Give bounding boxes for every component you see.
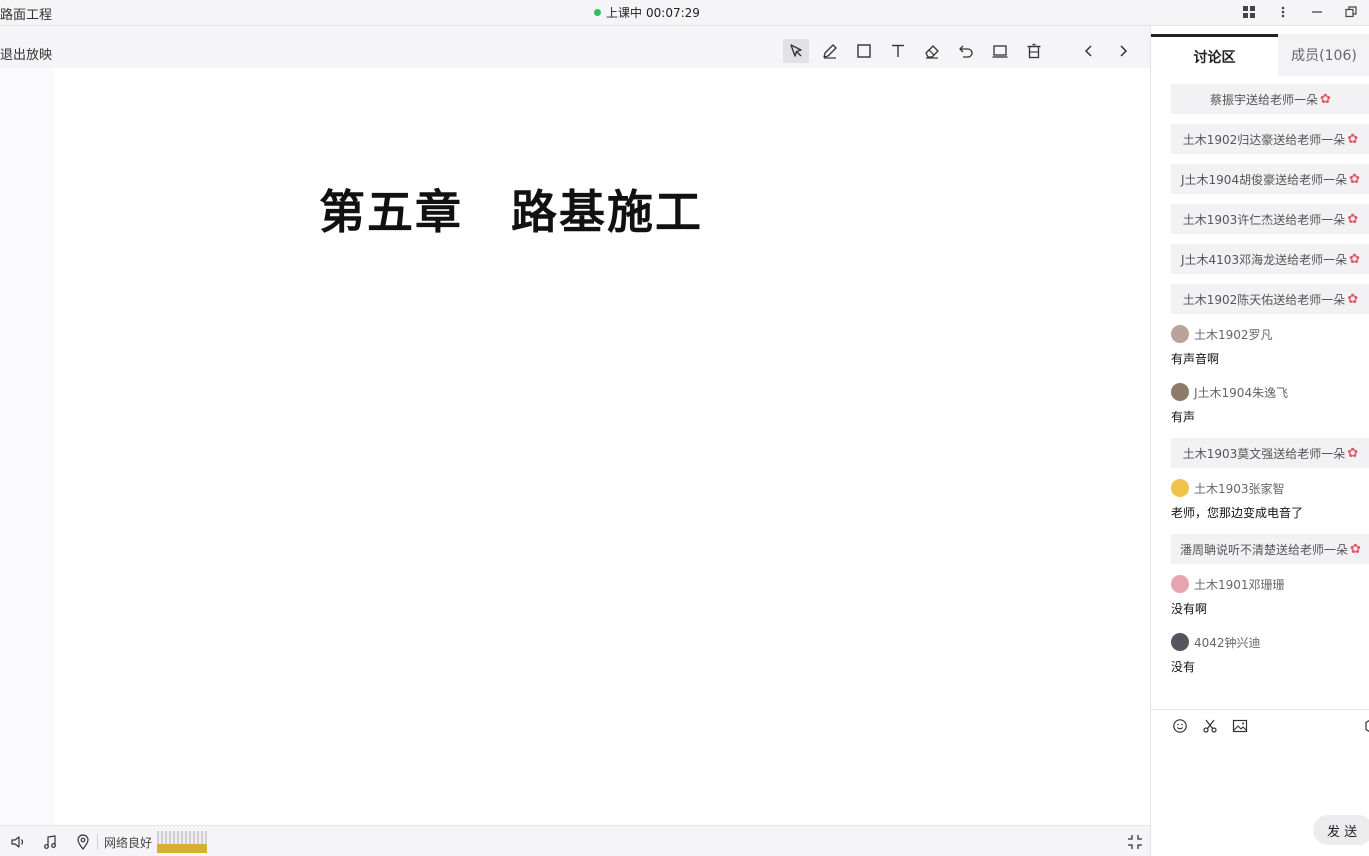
- flower-icon: ✿: [1347, 131, 1359, 147]
- flower-icon: ✿: [1320, 91, 1331, 107]
- chat-message-text: 没有啊: [1171, 602, 1208, 616]
- flower-icon: ✿: [1347, 445, 1359, 461]
- network-meter: [157, 831, 207, 853]
- grid-icon[interactable]: [1241, 3, 1257, 21]
- presentation-toolbar: 退出放映: [0, 35, 1150, 68]
- gift-text: J土木1904胡俊豪送给老师一朵: [1181, 172, 1348, 187]
- tab-discussion[interactable]: 讨论区: [1151, 34, 1278, 76]
- music-icon[interactable]: [41, 833, 59, 851]
- avatar[interactable]: [1171, 575, 1189, 593]
- speaker-icon[interactable]: [9, 833, 27, 851]
- gift-text: 蔡振宇送给老师一朵: [1210, 92, 1319, 107]
- eraser-icon[interactable]: [919, 39, 945, 63]
- divider: [1151, 709, 1369, 710]
- input-tools: [1171, 717, 1249, 735]
- gift-notification: 潘周聃说听不清楚送给老师一朵 ✿: [1171, 534, 1369, 564]
- chat-sender-name: 土木1901邓珊珊: [1194, 577, 1285, 592]
- text-icon[interactable]: [885, 39, 911, 63]
- chat-message-text: 有声: [1171, 410, 1196, 424]
- flower-icon: ✿: [1347, 211, 1359, 227]
- next-page-icon[interactable]: [1111, 39, 1135, 63]
- chat-sender-name: 土木1902罗凡: [1194, 327, 1273, 342]
- flower-icon: ✿: [1349, 171, 1360, 187]
- chat-message: 土木1903张家智老师，您那边变成电音了: [1171, 478, 1369, 534]
- status-label: 上课中: [606, 6, 643, 20]
- gift-notification: 土木1903莫文强送给老师一朵 ✿: [1171, 438, 1369, 468]
- chat-message-text: 没有: [1171, 660, 1196, 674]
- chat-message: 土木1902罗凡有声音啊: [1171, 324, 1369, 380]
- avatar[interactable]: [1171, 325, 1189, 343]
- gift-text: J土木4103邓海龙送给老师一朵: [1181, 252, 1348, 267]
- rectangle-icon[interactable]: [851, 39, 877, 63]
- chat-message: J土木1904朱逸飞有声: [1171, 382, 1369, 438]
- flower-icon: ✿: [1347, 291, 1359, 307]
- image-icon[interactable]: [1231, 717, 1249, 735]
- flower-icon: ✿: [1350, 541, 1361, 557]
- avatar[interactable]: [1171, 479, 1189, 497]
- avatar[interactable]: [1171, 383, 1189, 401]
- avatar[interactable]: [1171, 633, 1189, 651]
- scissors-icon[interactable]: [1201, 717, 1219, 735]
- more-icon[interactable]: [1275, 3, 1291, 21]
- gift-notification: 蔡振宇送给老师一朵 ✿: [1171, 84, 1369, 114]
- gift-notification: 土木1902归达豪送给老师一朵 ✿: [1171, 124, 1369, 154]
- exit-fullscreen-icon[interactable]: [1126, 833, 1144, 851]
- slide-canvas[interactable]: 第五章 路基施工: [54, 68, 1150, 825]
- chat-message: 土木1901邓珊珊没有啊: [1171, 574, 1369, 630]
- chat-panel: 讨论区 成员(106) 蔡振宇送给老师一朵 ✿ 土木1902归达豪送给老师一朵 ✿ J土…: [1150, 26, 1369, 856]
- send-button[interactable]: 发 送: [1313, 815, 1369, 845]
- app-window: 路面工程 上课中 00:07:29 退出放映 第五章 路基施工 网络良好 讨论区…: [0, 0, 1369, 856]
- chat-sender-name: 4042钟兴迪: [1194, 635, 1261, 650]
- gift-notification: J土木1904胡俊豪送给老师一朵 ✿: [1171, 164, 1369, 194]
- exit-slideshow-button[interactable]: 退出放映: [0, 44, 52, 63]
- pen-icon[interactable]: [817, 39, 843, 63]
- app-title: 路面工程: [0, 8, 53, 23]
- undo-icon[interactable]: [953, 39, 979, 63]
- restore-icon[interactable]: [1343, 3, 1359, 21]
- slide-stage: 第五章 路基施工: [0, 68, 1150, 825]
- chat-sender-name: 土木1903张家智: [1194, 481, 1285, 496]
- class-status: 上课中 00:07:29: [594, 4, 700, 21]
- settings-icon[interactable]: [1363, 717, 1369, 735]
- bottom-bar: 网络良好: [0, 825, 1150, 856]
- flower-icon: ✿: [1349, 251, 1360, 267]
- window-controls: [1241, 3, 1359, 21]
- gift-notification: 土木1902陈天佑送给老师一朵 ✿: [1171, 284, 1369, 314]
- pointer-icon[interactable]: [783, 39, 809, 63]
- live-dot-icon: [594, 9, 601, 16]
- network-status: 网络良好: [104, 836, 153, 850]
- location-icon[interactable]: [74, 833, 92, 851]
- tab-members[interactable]: 成员(106): [1278, 34, 1369, 76]
- chat-message-text: 老师，您那边变成电音了: [1171, 506, 1304, 520]
- gift-text: 潘周聃说听不清楚送给老师一朵: [1180, 542, 1349, 557]
- slide-title: 第五章 路基施工: [319, 185, 703, 239]
- chat-message: 4042钟兴迪没有: [1171, 632, 1369, 688]
- divider: [97, 834, 98, 850]
- delete-icon[interactable]: [1021, 39, 1047, 63]
- whiteboard-icon[interactable]: [987, 39, 1013, 63]
- gift-text: 土木1903莫文强送给老师一朵: [1182, 446, 1346, 461]
- previous-page-icon[interactable]: [1077, 39, 1101, 63]
- gift-notification: J土木4103邓海龙送给老师一朵 ✿: [1171, 244, 1369, 274]
- gift-text: 土木1902陈天佑送给老师一朵: [1182, 292, 1346, 307]
- message-list[interactable]: 蔡振宇送给老师一朵 ✿ 土木1902归达豪送给老师一朵 ✿ J土木1904胡俊豪送给老师…: [1171, 84, 1369, 688]
- chat-message-text: 有声音啊: [1171, 352, 1220, 366]
- minimize-icon[interactable]: [1309, 3, 1325, 21]
- class-timer: 00:07:29: [646, 5, 700, 20]
- gift-notification: 土木1903许仁杰送给老师一朵 ✿: [1171, 204, 1369, 234]
- panel-tabs: 讨论区 成员(106): [1151, 34, 1369, 76]
- page-navigation: [1077, 39, 1135, 63]
- gift-text: 土木1902归达豪送给老师一朵: [1182, 132, 1346, 147]
- title-bar: 路面工程 上课中 00:07:29: [0, 0, 1369, 26]
- gift-text: 土木1903许仁杰送给老师一朵: [1182, 212, 1346, 227]
- chat-sender-name: J土木1904朱逸飞: [1194, 385, 1289, 400]
- emoji-icon[interactable]: [1171, 717, 1189, 735]
- annotation-tools: [783, 39, 1055, 63]
